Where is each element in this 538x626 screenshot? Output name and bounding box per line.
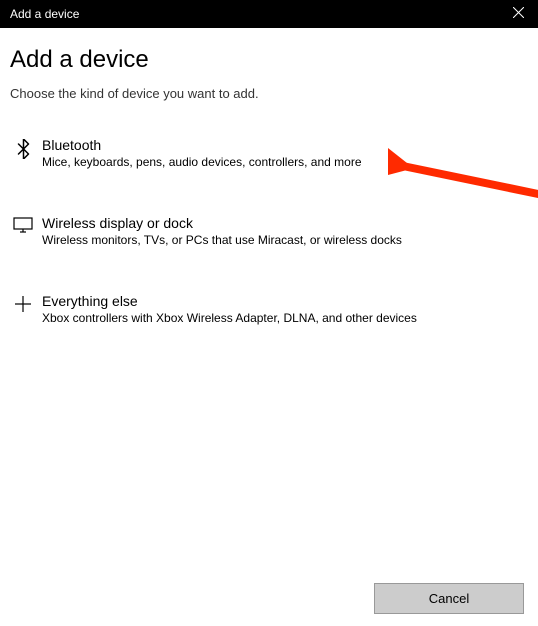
cancel-button[interactable]: Cancel [374, 583, 524, 614]
titlebar-title: Add a device [10, 7, 79, 21]
option-bluetooth[interactable]: Bluetooth Mice, keyboards, pens, audio d… [10, 129, 528, 177]
option-title: Bluetooth [42, 137, 528, 153]
option-desc: Mice, keyboards, pens, audio devices, co… [42, 155, 528, 169]
option-wireless-display[interactable]: Wireless display or dock Wireless monito… [10, 207, 528, 255]
dialog-content: Add a device Choose the kind of device y… [0, 28, 538, 333]
option-desc: Wireless monitors, TVs, or PCs that use … [42, 233, 528, 247]
option-text: Bluetooth Mice, keyboards, pens, audio d… [36, 137, 528, 169]
option-text: Wireless display or dock Wireless monito… [36, 215, 528, 247]
option-everything-else[interactable]: Everything else Xbox controllers with Xb… [10, 285, 528, 333]
close-button[interactable] [508, 4, 528, 24]
titlebar: Add a device [0, 0, 538, 28]
monitor-icon [10, 215, 36, 233]
page-title: Add a device [10, 46, 528, 74]
dialog-footer: Cancel [374, 583, 524, 614]
option-title: Everything else [42, 293, 528, 309]
page-subtitle: Choose the kind of device you want to ad… [10, 86, 528, 101]
option-desc: Xbox controllers with Xbox Wireless Adap… [42, 311, 528, 325]
close-icon [513, 7, 524, 21]
option-title: Wireless display or dock [42, 215, 528, 231]
bluetooth-icon [10, 137, 36, 159]
option-text: Everything else Xbox controllers with Xb… [36, 293, 528, 325]
plus-icon [10, 293, 36, 313]
